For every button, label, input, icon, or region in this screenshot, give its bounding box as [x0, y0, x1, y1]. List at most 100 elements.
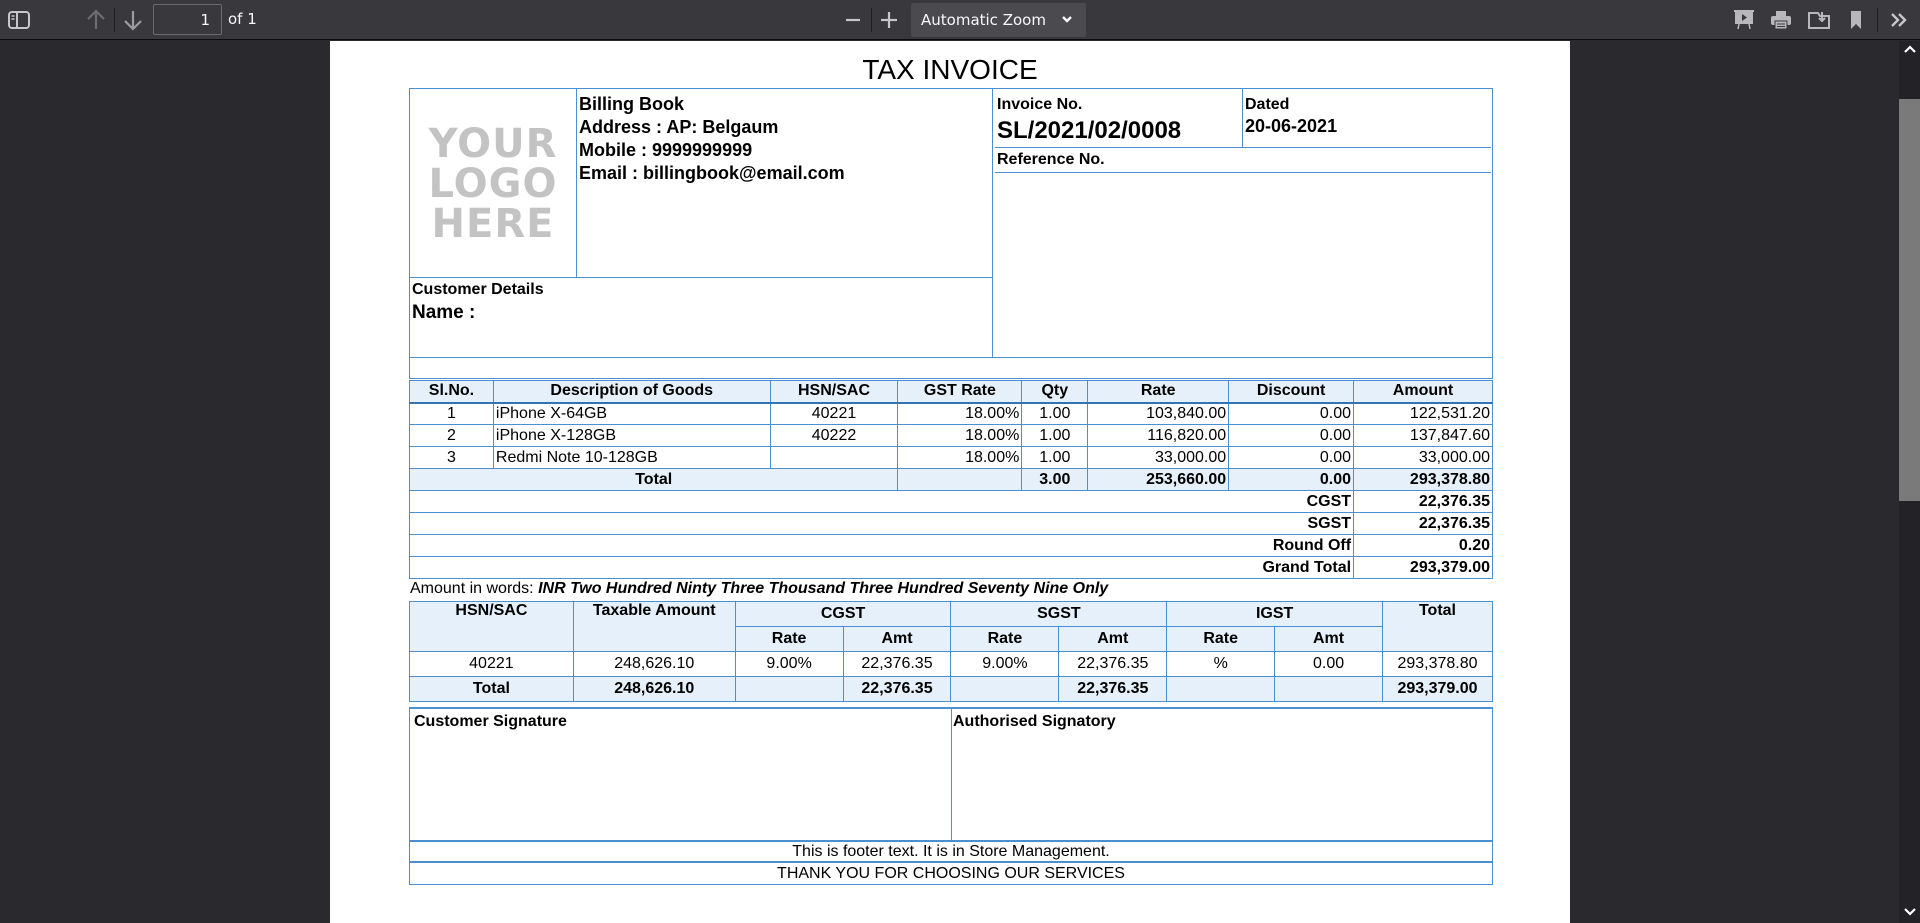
invoice-no-label: Invoice No.	[997, 96, 1083, 113]
zoom-out-button[interactable]	[839, 8, 867, 32]
logo-text-line: YOUR	[428, 120, 558, 167]
chevron-down-icon	[1903, 908, 1916, 916]
summary-row-round-off: Round Off 0.20	[408, 534, 1493, 557]
cell-hsn: 40222	[769, 424, 899, 447]
tax-total-row: Total 248,626.10 22,376.35 22,376.35 293…	[409, 676, 1494, 702]
presentation-mode-button[interactable]	[1730, 8, 1758, 32]
table-row: 1 iPhone X-64GB 40221 18.00% 1.00 103,84…	[409, 402, 1493, 425]
summary-value: 293,379.00	[1353, 556, 1493, 579]
next-page-button[interactable]	[119, 8, 147, 32]
cell-qty: 1.00	[1021, 446, 1089, 469]
tax-col-total: Total	[1381, 601, 1494, 652]
summary-label: Grand Total	[408, 556, 1355, 579]
summary-row-sgst: SGST 22,376.35	[408, 512, 1493, 535]
col-header-slno: Sl.No.	[409, 380, 494, 404]
scroll-down-button[interactable]	[1899, 902, 1920, 920]
scrollbar-thumb[interactable]	[1899, 99, 1920, 501]
items-header-row: Sl.No. Description of Goods HSN/SAC GST …	[409, 380, 1493, 404]
sidebar-toggle-icon	[8, 11, 30, 29]
cell-cgst-rate	[734, 676, 844, 702]
double-chevron-right-icon	[1891, 13, 1907, 27]
cell-discount: 0.00	[1228, 446, 1355, 469]
company-address: Address : AP: Belgaum	[579, 117, 779, 137]
summary-value: 0.20	[1353, 534, 1493, 557]
cell-igst-rate: %	[1166, 651, 1276, 677]
summary-row-cgst: CGST 22,376.35	[408, 490, 1493, 513]
total-gst-rate	[897, 468, 1023, 491]
chevron-up-icon	[1903, 45, 1916, 53]
amount-words-label: Amount in words:	[410, 580, 534, 597]
tools-menu-button[interactable]	[1885, 8, 1913, 32]
cell-gst-rate: 18.00%	[897, 402, 1023, 425]
cell-gst-rate: 18.00%	[897, 446, 1023, 469]
cell-igst-amt: 0.00	[1274, 651, 1383, 677]
company-mobile: Mobile : 9999999999	[579, 140, 753, 160]
reference-label: Reference No.	[997, 151, 1105, 168]
dated-value: 20-06-2021	[1245, 116, 1338, 136]
cell-taxable: 248,626.10	[572, 651, 736, 677]
cell-description: iPhone X-128GB	[492, 424, 771, 447]
page-number-input[interactable]	[153, 4, 222, 35]
arrow-down-icon	[124, 11, 142, 31]
tax-col-hsn: HSN/SAC	[409, 601, 574, 652]
toolbar-separator	[1877, 8, 1878, 32]
cell-slno: 2	[409, 424, 494, 447]
col-header-qty: Qty	[1021, 380, 1089, 404]
spacer-row	[409, 357, 1493, 379]
cell-qty: 1.00	[1021, 402, 1089, 425]
items-table: Sl.No. Description of Goods HSN/SAC GST …	[408, 380, 1493, 579]
sgst-amt-header: Amt	[1058, 626, 1168, 652]
customer-name-label: Name :	[412, 302, 476, 323]
print-button[interactable]	[1767, 8, 1795, 32]
summary-label: CGST	[408, 490, 1355, 513]
company-info: Billing Book Address : AP: Belgaum Mobil…	[579, 93, 845, 185]
customer-signature-label: Customer Signature	[414, 713, 567, 730]
bookmark-icon	[1851, 11, 1861, 29]
logo-text-line: HERE	[431, 200, 555, 247]
cell-total: 293,379.00	[1381, 676, 1494, 702]
col-header-discount: Discount	[1228, 380, 1355, 404]
cell-gst-rate: 18.00%	[897, 424, 1023, 447]
total-amount: 293,378.80	[1353, 468, 1493, 491]
dated-label: Dated	[1245, 96, 1290, 113]
bookmark-button[interactable]	[1842, 8, 1870, 32]
cell-igst-rate	[1166, 676, 1276, 702]
cell-discount: 0.00	[1228, 424, 1355, 447]
total-qty: 3.00	[1021, 468, 1089, 491]
cell-slno: 1	[409, 402, 494, 425]
table-row: 2 iPhone X-128GB 40222 18.00% 1.00 116,8…	[409, 424, 1493, 447]
toolbar-separator	[871, 8, 872, 32]
minus-icon	[846, 18, 860, 22]
tax-col-taxable: Taxable Amount	[572, 601, 736, 652]
sgst-rate-header: Rate	[950, 626, 1060, 652]
zoom-select[interactable]: Automatic Zoom	[911, 3, 1086, 37]
total-discount: 0.00	[1228, 468, 1355, 491]
col-header-description: Description of Goods	[492, 380, 771, 404]
total-rate: 253,660.00	[1087, 468, 1230, 491]
customer-details-label: Customer Details	[412, 281, 544, 298]
zoom-in-button[interactable]	[875, 8, 903, 32]
summary-value: 22,376.35	[1353, 490, 1493, 513]
amount-words-value: INR Two Hundred Ninty Three Thousand Thr…	[538, 580, 1109, 597]
company-name: Billing Book	[579, 94, 684, 114]
save-button[interactable]	[1805, 8, 1833, 32]
cell-description: Redmi Note 10-128GB	[492, 446, 771, 469]
cell-rate: 116,820.00	[1087, 424, 1230, 447]
igst-rate-header: Rate	[1166, 626, 1276, 652]
chevron-down-icon	[1062, 16, 1072, 23]
sidebar-toggle-button[interactable]	[5, 8, 33, 32]
scroll-up-button[interactable]	[1899, 41, 1920, 59]
cell-cgst-rate: 9.00%	[734, 651, 844, 677]
cell-discount: 0.00	[1228, 402, 1355, 425]
cell-description: iPhone X-64GB	[492, 402, 771, 425]
col-header-rate: Rate	[1087, 380, 1230, 404]
tax-col-igst: IGST	[1166, 601, 1383, 627]
invoice-no-value: SL/2021/02/0008	[997, 117, 1182, 144]
previous-page-button[interactable]	[82, 8, 110, 32]
tax-header-row: HSN/SAC Taxable Amount CGST SGST IGST To…	[409, 601, 1494, 652]
tax-col-sgst: SGST	[950, 601, 1168, 627]
cell-amount: 122,531.20	[1353, 402, 1493, 425]
logo-placeholder: YOUR LOGO HERE	[410, 90, 576, 277]
cell-slno: 3	[409, 446, 494, 469]
cell-amount: 33,000.00	[1353, 446, 1493, 469]
